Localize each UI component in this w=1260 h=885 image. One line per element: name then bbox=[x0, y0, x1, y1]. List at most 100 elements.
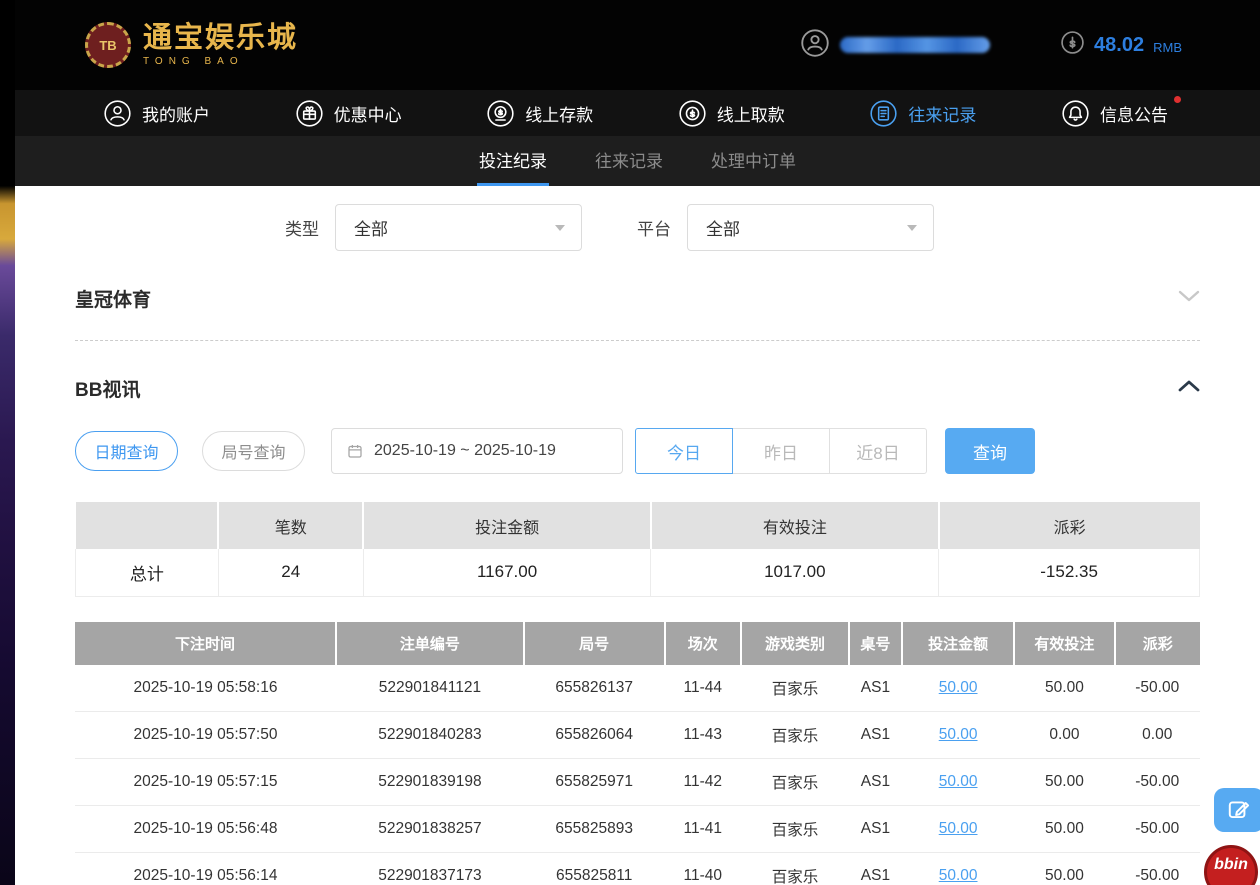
coin-icon bbox=[1060, 30, 1085, 60]
chevron-down-icon bbox=[907, 225, 917, 231]
chevron-down-icon bbox=[555, 225, 565, 231]
records-cell: 百家乐 bbox=[741, 853, 849, 885]
records-cell: 11-40 bbox=[665, 853, 742, 885]
chat-float-button[interactable] bbox=[1214, 788, 1260, 832]
round-query-button[interactable]: 局号查询 bbox=[202, 431, 305, 471]
records-cell: 655825893 bbox=[524, 806, 665, 853]
records-header-cell: 派彩 bbox=[1115, 622, 1201, 665]
records-cell: 50.00 bbox=[1014, 806, 1114, 853]
type-label: 类型 bbox=[285, 215, 319, 240]
records-cell: 0.00 bbox=[1115, 712, 1201, 759]
records-header-cell: 游戏类别 bbox=[741, 622, 849, 665]
records-cell: 百家乐 bbox=[741, 665, 849, 712]
nav-item-news[interactable]: 信息公告 bbox=[1061, 99, 1168, 128]
nav-item-account[interactable]: 我的账户 bbox=[103, 99, 210, 128]
nav-label: 往来记录 bbox=[908, 101, 976, 126]
logo-chip-icon: TB bbox=[85, 22, 131, 68]
records-cell: -50.00 bbox=[1115, 759, 1201, 806]
records-header-cell: 桌号 bbox=[849, 622, 902, 665]
table-row: 2025-10-19 05:57:50522901840283655826064… bbox=[75, 712, 1200, 759]
yesterday-button[interactable]: 昨日 bbox=[732, 428, 830, 474]
search-button[interactable]: 查询 bbox=[945, 428, 1035, 474]
bet-amount-link[interactable]: 50.00 bbox=[939, 773, 978, 790]
gift-icon bbox=[295, 99, 324, 128]
username-redacted bbox=[840, 37, 990, 53]
records-header-row: 下注时间注单编号局号场次游戏类别桌号投注金额有效投注派彩 bbox=[75, 622, 1200, 665]
summary-cell: 1167.00 bbox=[363, 549, 651, 596]
records-cell: AS1 bbox=[849, 853, 902, 885]
bet-amount-link[interactable]: 50.00 bbox=[939, 679, 978, 696]
records-cell: 522901840283 bbox=[336, 712, 524, 759]
records-cell: 2025-10-19 05:56:14 bbox=[75, 853, 336, 885]
records-cell: 11-43 bbox=[665, 712, 742, 759]
records-cell: 百家乐 bbox=[741, 759, 849, 806]
bet-amount-link[interactable]: 50.00 bbox=[939, 820, 978, 837]
summary-header-cell: 笔数 bbox=[218, 502, 363, 549]
page: TB 通宝娱乐城 TONG BAO 48.02 RMB 我的账户优惠中心线上 bbox=[15, 0, 1260, 885]
bbin-label: bbin bbox=[1214, 856, 1248, 874]
site-logo[interactable]: TB 通宝娱乐城 TONG BAO bbox=[85, 22, 298, 68]
records-cell: 522901839198 bbox=[336, 759, 524, 806]
nav-label: 信息公告 bbox=[1100, 101, 1168, 126]
records-cell: 655825971 bbox=[524, 759, 665, 806]
records-body: 2025-10-19 05:58:16522901841121655826137… bbox=[75, 665, 1200, 885]
nav-item-deposit[interactable]: 线上存款 bbox=[486, 99, 593, 128]
summary-cell: 1017.00 bbox=[651, 549, 939, 596]
bet-amount-link[interactable]: 50.00 bbox=[939, 726, 978, 743]
bet-amount-cell: 50.00 bbox=[902, 853, 1015, 885]
section-title: 皇冠体育 bbox=[75, 285, 151, 312]
section-crown-sports[interactable]: 皇冠体育 bbox=[75, 285, 1200, 312]
subnav-tabs: 投注纪录往来记录处理中订单 bbox=[15, 136, 1260, 186]
site-title: 通宝娱乐城 bbox=[143, 24, 298, 53]
records-table: 下注时间注单编号局号场次游戏类别桌号投注金额有效投注派彩 2025-10-19 … bbox=[75, 622, 1200, 885]
bet-amount-cell: 50.00 bbox=[902, 806, 1015, 853]
user-avatar-icon bbox=[800, 28, 830, 63]
records-header-cell: 局号 bbox=[524, 622, 665, 665]
date-range-input[interactable]: 2025-10-19 ~ 2025-10-19 bbox=[331, 428, 623, 474]
tab-pending-orders[interactable]: 处理中订单 bbox=[709, 136, 798, 186]
content: 类型 全部 平台 全部 皇冠体育 BB视讯 日期查询 bbox=[15, 204, 1260, 885]
records-cell: AS1 bbox=[849, 806, 902, 853]
bet-amount-cell: 50.00 bbox=[902, 712, 1015, 759]
summary-total-row: 总计241167.001017.00-152.35 bbox=[76, 549, 1200, 596]
summary-cell: 总计 bbox=[76, 549, 219, 596]
records-header-cell: 有效投注 bbox=[1014, 622, 1114, 665]
records-cell: 50.00 bbox=[1014, 759, 1114, 806]
records-cell: 522901841121 bbox=[336, 665, 524, 712]
records-icon bbox=[869, 99, 898, 128]
nav-item-promo[interactable]: 优惠中心 bbox=[295, 99, 402, 128]
records-cell: -50.00 bbox=[1115, 806, 1201, 853]
tab-bet-records[interactable]: 投注纪录 bbox=[477, 136, 549, 186]
last8days-button[interactable]: 近8日 bbox=[829, 428, 927, 474]
platform-select-value: 全部 bbox=[706, 215, 740, 240]
records-header-cell: 注单编号 bbox=[336, 622, 524, 665]
summary-header-cell: 派彩 bbox=[939, 502, 1200, 549]
bet-amount-cell: 50.00 bbox=[902, 665, 1015, 712]
notification-dot bbox=[1174, 96, 1181, 103]
records-header-cell: 投注金额 bbox=[902, 622, 1015, 665]
platform-select[interactable]: 全部 bbox=[687, 204, 934, 251]
records-cell: 2025-10-19 05:58:16 bbox=[75, 665, 336, 712]
bet-amount-link[interactable]: 50.00 bbox=[939, 867, 978, 884]
type-select[interactable]: 全部 bbox=[335, 204, 582, 251]
section-title: BB视讯 bbox=[75, 375, 140, 402]
nav-item-records[interactable]: 往来记录 bbox=[869, 99, 976, 128]
today-button[interactable]: 今日 bbox=[635, 428, 733, 474]
section-bb-video[interactable]: BB视讯 bbox=[75, 375, 1200, 402]
records-cell: 0.00 bbox=[1014, 712, 1114, 759]
balance[interactable]: 48.02 RMB bbox=[1060, 30, 1182, 60]
platform-label: 平台 bbox=[637, 215, 671, 240]
user-info[interactable] bbox=[800, 28, 990, 63]
records-cell: 2025-10-19 05:56:48 bbox=[75, 806, 336, 853]
records-cell: 11-44 bbox=[665, 665, 742, 712]
bet-amount-cell: 50.00 bbox=[902, 759, 1015, 806]
records-cell: 50.00 bbox=[1014, 665, 1114, 712]
records-cell: -50.00 bbox=[1115, 853, 1201, 885]
records-cell: -50.00 bbox=[1115, 665, 1201, 712]
summary-cell: 24 bbox=[218, 549, 363, 596]
background-strip bbox=[0, 0, 15, 885]
records-cell: AS1 bbox=[849, 759, 902, 806]
date-query-button[interactable]: 日期查询 bbox=[75, 431, 178, 471]
nav-item-withdraw[interactable]: 线上取款 bbox=[678, 99, 785, 128]
tab-transactions[interactable]: 往来记录 bbox=[593, 136, 665, 186]
